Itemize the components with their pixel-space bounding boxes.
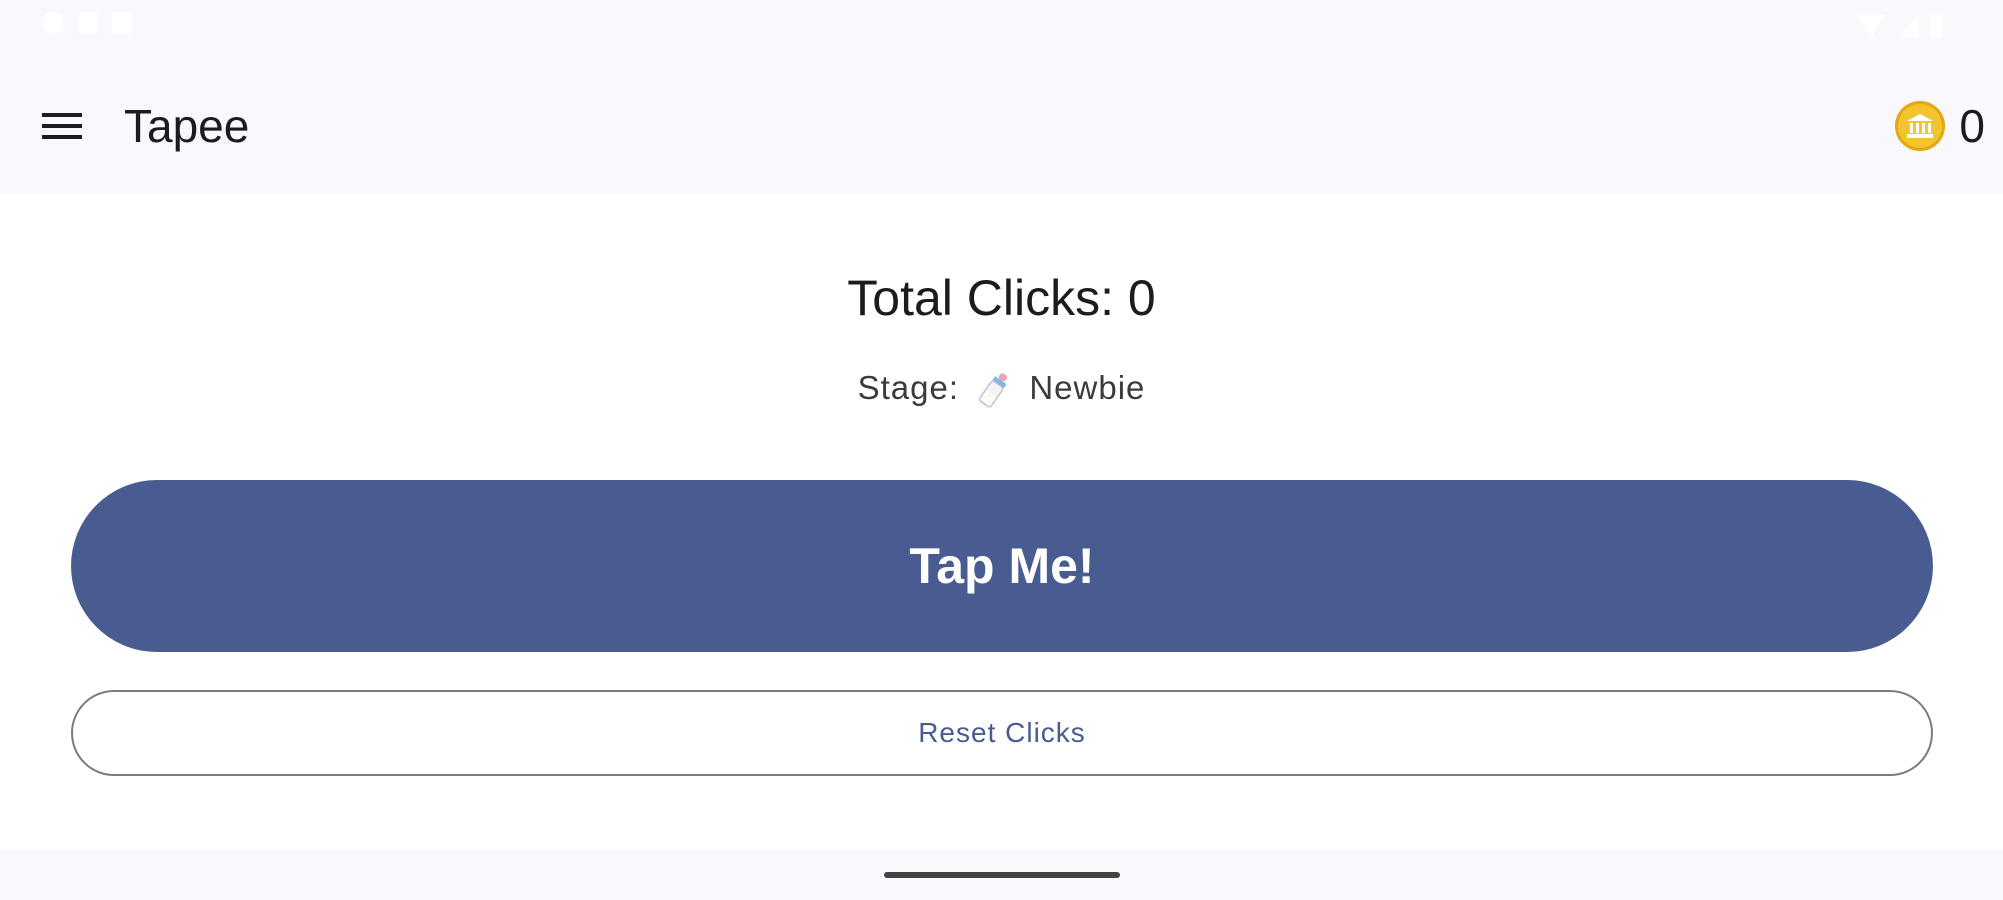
status-right-icons — [1857, 14, 1943, 38]
stage-name: Newbie — [1029, 369, 1146, 406]
home-gesture-handle[interactable] — [884, 872, 1120, 878]
status-left-icons — [42, 12, 132, 34]
notification-icon — [112, 12, 132, 34]
signal-icon — [1897, 15, 1919, 37]
notification-icon — [42, 12, 64, 34]
hamburger-menu-icon — [42, 113, 82, 139]
bank-coin-icon — [1895, 101, 1946, 151]
app-title: Tapee — [124, 100, 250, 152]
baby-bottle-icon — [979, 373, 1008, 408]
wifi-icon — [1857, 15, 1885, 37]
status-bar — [0, 0, 2003, 60]
coin-count: 0 — [1959, 100, 1985, 152]
stage-label: Stage: Newbie — [0, 369, 2003, 411]
battery-icon — [1931, 14, 1943, 38]
total-clicks-label: Total Clicks: 0 — [847, 270, 1156, 326]
notification-icon — [78, 12, 98, 34]
main-content: Total Clicks: 0 Stage: Newbie Tap Me! Re… — [0, 193, 2003, 850]
app-screen: Tapee 0 Total Clicks: 0 Stage: Newbie Ta… — [0, 0, 2003, 900]
reset-clicks-button[interactable]: Reset Clicks — [71, 690, 1933, 776]
tap-me-button[interactable]: Tap Me! — [71, 480, 1933, 652]
system-navigation-bar — [0, 850, 2003, 900]
menu-button[interactable] — [32, 96, 92, 156]
coin-balance[interactable]: 0 — [1895, 96, 1985, 156]
stage-prefix: Stage: — [857, 369, 959, 406]
top-app-bar: Tapee 0 — [0, 60, 2003, 193]
